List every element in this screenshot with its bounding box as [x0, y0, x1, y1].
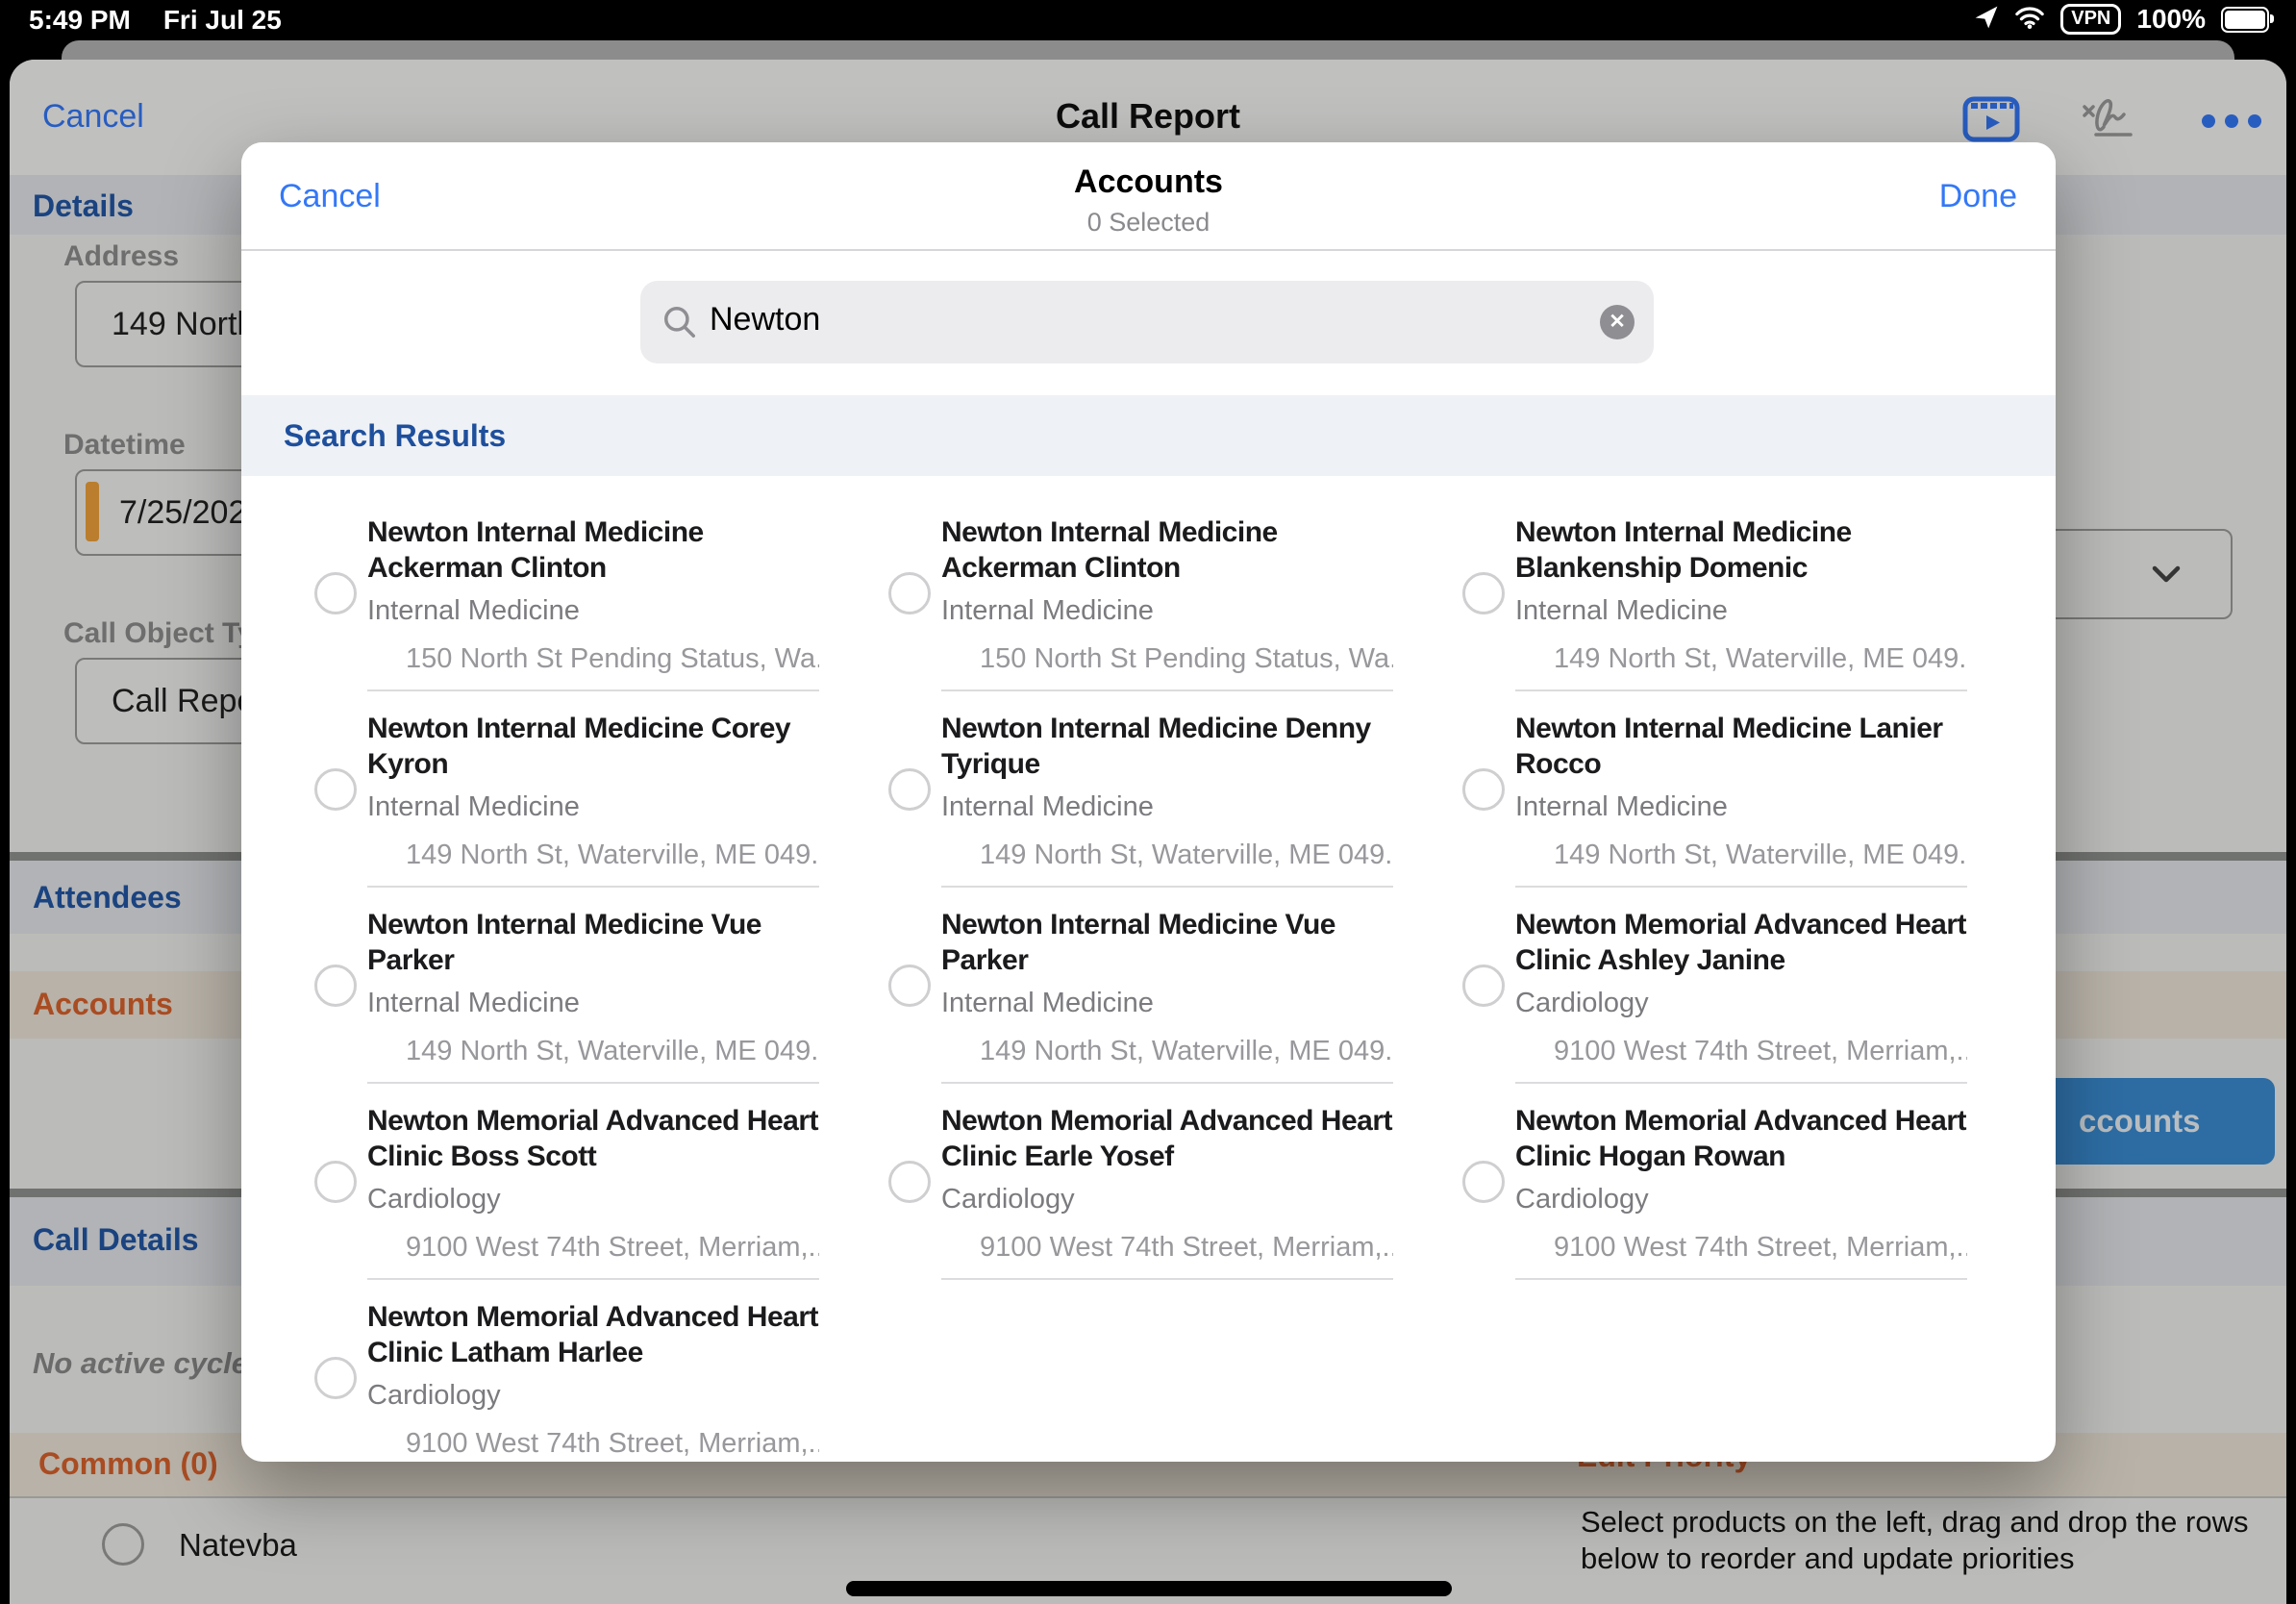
account-radio-button[interactable]	[314, 1357, 357, 1399]
account-specialty: Internal Medicine	[367, 595, 819, 627]
modal-done-button[interactable]: Done	[1939, 178, 2017, 215]
account-result[interactable]: Newton Internal Medicine Lanier Rocco In…	[1462, 691, 1967, 888]
account-radio-button[interactable]	[1462, 1161, 1505, 1203]
date: Fri Jul 25	[163, 5, 282, 36]
account-address: 149 North St, Waterville, ME 049...	[980, 1036, 1393, 1067]
account-name: Newton Internal Medicine Vue Parker	[941, 907, 1393, 978]
battery-percent: 100%	[2136, 4, 2206, 35]
account-result[interactable]: Newton Memorial Advanced Heart Clinic As…	[1462, 888, 1967, 1084]
account-address: 150 North St Pending Status, Wa...	[406, 643, 819, 675]
account-specialty: Cardiology	[941, 1184, 1393, 1216]
account-specialty: Internal Medicine	[941, 595, 1393, 627]
account-specialty: Internal Medicine	[367, 791, 819, 823]
account-radio-button[interactable]	[888, 965, 931, 1007]
account-address: 149 North St, Waterville, ME 049...	[980, 840, 1393, 871]
account-radio-button[interactable]	[314, 768, 357, 811]
account-name: Newton Internal Medicine Vue Parker	[367, 907, 819, 978]
account-radio-button[interactable]	[1462, 768, 1505, 811]
search-query-text: Newton	[710, 301, 820, 338]
status-bar: 5:49 PM Fri Jul 25 VPN 100%	[0, 0, 2296, 38]
vpn-badge: VPN	[2060, 4, 2121, 35]
search-area: Newton ✕	[241, 251, 2056, 395]
divider	[941, 1278, 1393, 1280]
account-radio-button[interactable]	[314, 965, 357, 1007]
location-arrow-icon	[1974, 5, 1999, 35]
accounts-modal: Cancel Accounts 0 Selected Done Newton ✕…	[241, 142, 2056, 1462]
account-result[interactable]: Newton Internal Medicine Vue Parker Inte…	[314, 888, 819, 1084]
account-result[interactable]: Newton Memorial Advanced Heart Clinic Ho…	[1462, 1084, 1967, 1280]
search-icon	[661, 304, 698, 345]
account-result[interactable]: Newton Internal Medicine Blankenship Dom…	[1462, 495, 1967, 691]
account-name: Newton Internal Medicine Lanier Rocco	[1515, 711, 1967, 782]
account-name: Newton Memorial Advanced Heart Clinic La…	[367, 1299, 819, 1370]
account-address: 9100 West 74th Street, Merriam,...	[980, 1232, 1393, 1264]
home-indicator[interactable]	[846, 1581, 1452, 1596]
clear-search-icon[interactable]: ✕	[1600, 305, 1635, 339]
account-name: Newton Internal Medicine Denny Tyrique	[941, 711, 1393, 782]
account-result[interactable]: Newton Internal Medicine Denny Tyrique I…	[888, 691, 1393, 888]
account-result[interactable]: Newton Internal Medicine Corey Kyron Int…	[314, 691, 819, 888]
account-radio-button[interactable]	[888, 768, 931, 811]
account-result[interactable]: Newton Memorial Advanced Heart Clinic Bo…	[314, 1084, 819, 1280]
account-specialty: Internal Medicine	[1515, 791, 1967, 823]
selected-count: 0 Selected	[241, 208, 2056, 238]
account-result[interactable]: Newton Internal Medicine Ackerman Clinto…	[314, 495, 819, 691]
clock: 5:49 PM	[29, 5, 131, 36]
account-name: Newton Internal Medicine Blankenship Dom…	[1515, 514, 1967, 586]
account-specialty: Cardiology	[367, 1184, 819, 1216]
divider	[1515, 1278, 1967, 1280]
account-radio-button[interactable]	[1462, 965, 1505, 1007]
account-name: Newton Memorial Advanced Heart Clinic Ho…	[1515, 1103, 1967, 1174]
modal-title: Accounts	[241, 163, 2056, 201]
battery-icon	[2221, 7, 2269, 33]
account-name: Newton Internal Medicine Corey Kyron	[367, 711, 819, 782]
account-name: Newton Internal Medicine Ackerman Clinto…	[367, 514, 819, 586]
account-name: Newton Internal Medicine Ackerman Clinto…	[941, 514, 1393, 586]
account-radio-button[interactable]	[888, 1161, 931, 1203]
account-result[interactable]: Newton Memorial Advanced Heart Clinic La…	[314, 1280, 819, 1462]
account-address: 9100 West 74th Street, Merriam,...	[1554, 1036, 1967, 1067]
account-address: 9100 West 74th Street, Merriam,...	[1554, 1232, 1967, 1264]
search-results-header: Search Results	[241, 395, 2056, 476]
account-radio-button[interactable]	[1462, 572, 1505, 614]
account-address: 150 North St Pending Status, Wa...	[980, 643, 1393, 675]
modal-header: Cancel Accounts 0 Selected Done	[241, 142, 2056, 251]
account-radio-button[interactable]	[314, 572, 357, 614]
account-radio-button[interactable]	[314, 1161, 357, 1203]
account-specialty: Cardiology	[367, 1380, 819, 1412]
account-specialty: Internal Medicine	[941, 791, 1393, 823]
account-address: 149 North St, Waterville, ME 049...	[1554, 643, 1967, 675]
account-name: Newton Memorial Advanced Heart Clinic Bo…	[367, 1103, 819, 1174]
account-specialty: Cardiology	[1515, 1184, 1967, 1216]
account-name: Newton Memorial Advanced Heart Clinic Ea…	[941, 1103, 1393, 1174]
account-address: 149 North St, Waterville, ME 049...	[406, 1036, 819, 1067]
account-specialty: Internal Medicine	[1515, 595, 1967, 627]
account-result[interactable]: Newton Internal Medicine Ackerman Clinto…	[888, 495, 1393, 691]
wifi-icon	[2014, 6, 2045, 34]
account-specialty: Cardiology	[1515, 988, 1967, 1019]
search-results-label: Search Results	[284, 418, 506, 454]
account-specialty: Internal Medicine	[941, 988, 1393, 1019]
account-specialty: Internal Medicine	[367, 988, 819, 1019]
account-result[interactable]: Newton Internal Medicine Vue Parker Inte…	[888, 888, 1393, 1084]
account-address: 149 North St, Waterville, ME 049...	[1554, 840, 1967, 871]
search-results-grid: Newton Internal Medicine Ackerman Clinto…	[314, 476, 2045, 1462]
account-address: 9100 West 74th Street, Merriam,...	[406, 1428, 819, 1460]
account-address: 149 North St, Waterville, ME 049...	[406, 840, 819, 871]
account-result[interactable]: Newton Memorial Advanced Heart Clinic Ea…	[888, 1084, 1393, 1280]
search-input[interactable]: Newton ✕	[640, 281, 1654, 363]
account-address: 9100 West 74th Street, Merriam,...	[406, 1232, 819, 1264]
account-radio-button[interactable]	[888, 572, 931, 614]
screen: Cancel Call Report	[0, 0, 2296, 1604]
account-name: Newton Memorial Advanced Heart Clinic As…	[1515, 907, 1967, 978]
